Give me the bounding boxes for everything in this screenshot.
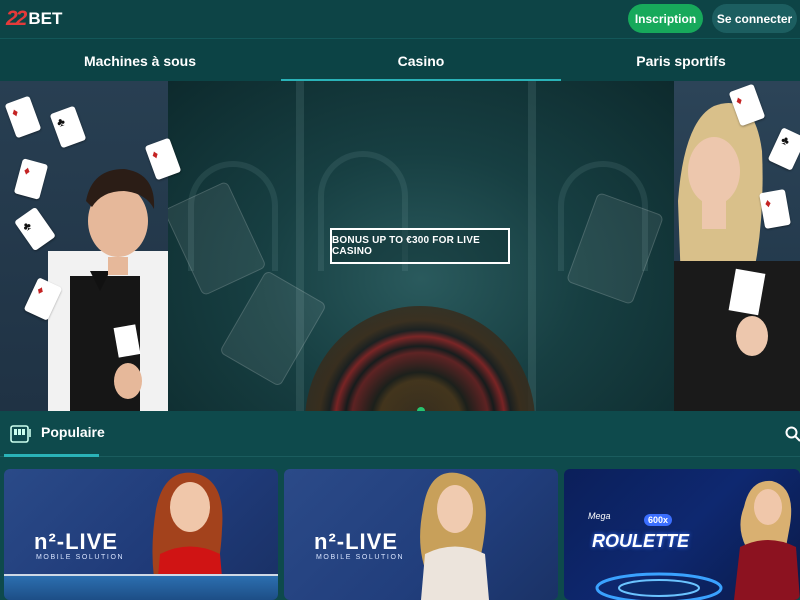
popular-section: Populaire n²-LIVE MOBILE SOLUTION n²-LIV…	[0, 411, 800, 600]
game-brand: n²-LIVE	[314, 529, 398, 554]
roulette-wheel-image	[595, 572, 723, 600]
game-tile[interactable]: n²-LIVE MOBILE SOLUTION	[284, 469, 558, 600]
top-header: 22 BET Inscription Se connecter	[0, 0, 800, 38]
slot-machine-icon	[10, 425, 31, 443]
female-dealer-image	[674, 81, 800, 411]
promo-label[interactable]: BONUS UP TO €300 FOR LIVE CASINO	[330, 228, 510, 264]
category-tabs: Machines à sous Casino Paris sportifs	[0, 38, 800, 82]
dealer-image	[734, 480, 800, 600]
multiplier-badge: 600x	[644, 514, 673, 526]
section-underline	[4, 454, 99, 457]
logo-text: BET	[28, 9, 63, 28]
section-title: Populaire	[41, 424, 105, 440]
search-icon[interactable]	[785, 426, 800, 442]
tab-slots[interactable]: Machines à sous	[0, 39, 280, 82]
tab-casino[interactable]: Casino	[281, 39, 561, 82]
game-title-small: Mega	[588, 511, 611, 521]
table-edge	[4, 574, 278, 600]
game-brand: n²-LIVE	[34, 529, 118, 554]
logo-number: 22	[6, 7, 27, 30]
site-logo[interactable]: 22 BET	[6, 7, 62, 31]
popular-header: Populaire	[0, 411, 800, 457]
game-title: ROULETTE	[592, 531, 689, 551]
bg-pillar	[528, 81, 536, 411]
dealer-image	[420, 472, 489, 600]
promo-banner[interactable]: BONUS UP TO €300 FOR LIVE CASINO	[0, 81, 800, 411]
game-tile[interactable]: Mega 600x ROULETTE	[564, 469, 800, 600]
register-button[interactable]: Inscription	[628, 4, 703, 33]
game-tile[interactable]: n²-LIVE MOBILE SOLUTION	[4, 469, 278, 600]
game-brand-sub: MOBILE SOLUTION	[316, 554, 405, 561]
game-brand-sub: MOBILE SOLUTION	[36, 554, 125, 561]
bg-pillar	[296, 81, 304, 411]
tab-sports[interactable]: Paris sportifs	[562, 39, 800, 82]
login-button[interactable]: Se connecter	[712, 4, 797, 33]
male-dealer-image	[0, 81, 182, 411]
